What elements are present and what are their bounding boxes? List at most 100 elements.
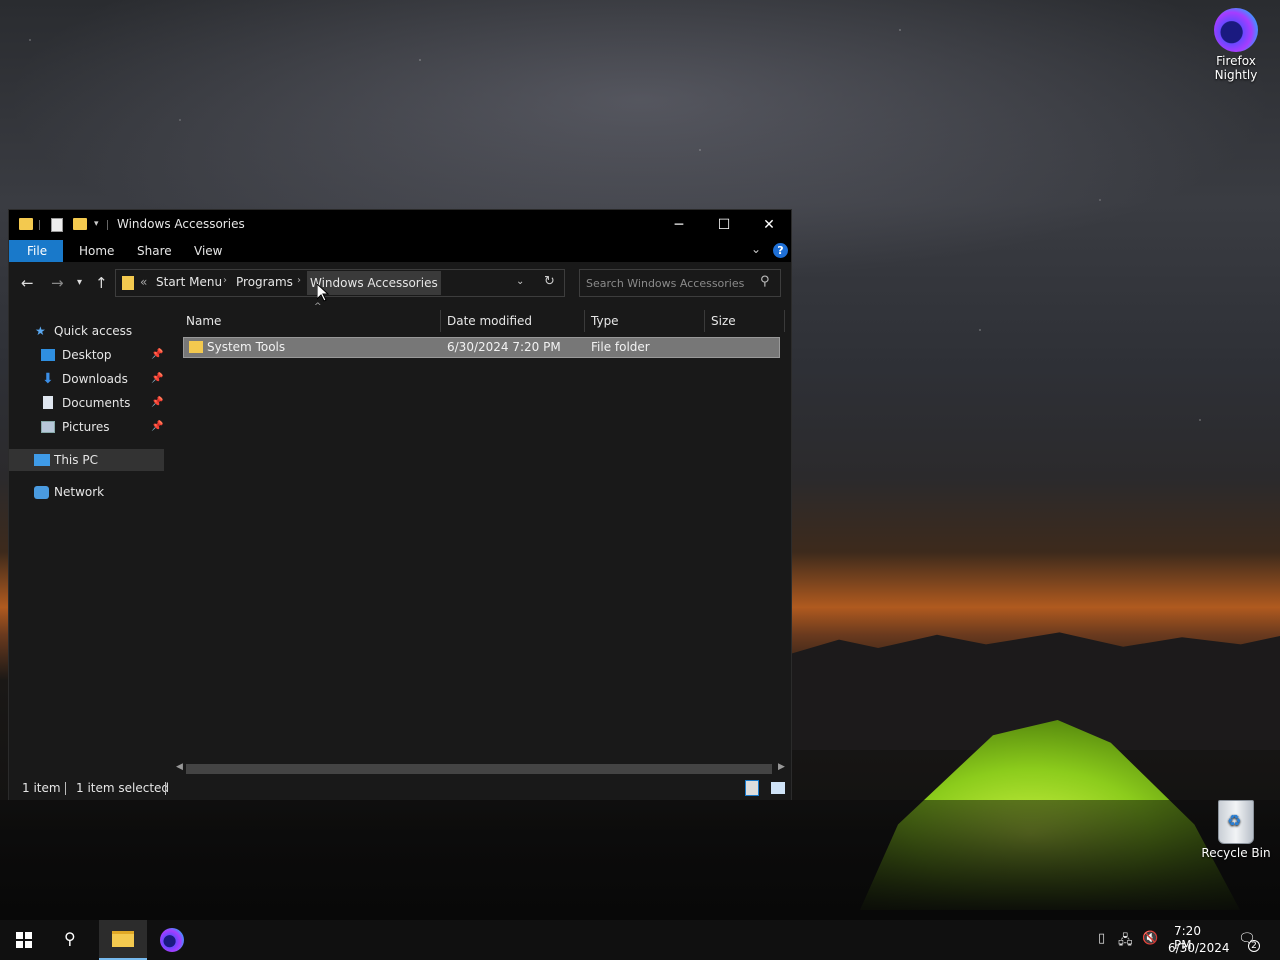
sidebar-item-desktop[interactable]: Desktop 📌 <box>9 344 164 366</box>
start-button[interactable] <box>0 920 48 960</box>
column-header-name[interactable]: Name <box>186 310 221 332</box>
network-icon <box>34 486 49 499</box>
breadcrumb-overflow[interactable]: « <box>140 275 147 289</box>
refresh-icon[interactable]: ↻ <box>544 274 555 289</box>
desktop-icon-firefox-nightly[interactable]: Firefox Nightly <box>1200 8 1272 82</box>
sidebar-item-label: Downloads <box>62 372 128 386</box>
desktop-icon <box>41 349 55 361</box>
desktop-icon-label: Firefox <box>1216 54 1256 68</box>
taskbar-file-explorer[interactable] <box>99 920 147 960</box>
download-arrow-icon: ⬇ <box>42 371 54 387</box>
new-folder-icon[interactable] <box>73 218 87 230</box>
column-divider[interactable] <box>784 310 785 332</box>
sidebar-item-downloads[interactable]: ⬇ Downloads 📌 <box>9 368 164 390</box>
sidebar-item-label: Pictures <box>62 420 110 434</box>
column-header-type[interactable]: Type <box>591 310 619 332</box>
taskbar-firefox-nightly[interactable] <box>148 920 196 960</box>
tab-file[interactable]: File <box>9 240 63 262</box>
firefox-nightly-icon <box>160 928 184 952</box>
search-box[interactable]: ⚲ <box>579 269 781 297</box>
pin-icon[interactable]: 📌 <box>151 344 163 366</box>
scroll-right-icon[interactable]: ▶ <box>778 762 785 772</box>
scrollbar-thumb[interactable] <box>186 764 772 774</box>
forward-arrow-icon[interactable]: → <box>51 274 64 292</box>
up-arrow-icon[interactable]: ↑ <box>95 274 108 292</box>
sidebar-item-network[interactable]: Network <box>9 481 164 503</box>
column-header-size[interactable]: Size <box>711 310 736 332</box>
title-bar[interactable]: ▾ Windows Accessories ─ ☐ ✕ <box>9 210 791 240</box>
tab-view[interactable]: View <box>184 240 232 262</box>
table-row[interactable]: System Tools 6/30/2024 7:20 PM File fold… <box>183 337 780 358</box>
folder-icon <box>189 341 203 353</box>
chevron-down-icon[interactable]: ⌄ <box>516 276 524 287</box>
minimize-button[interactable]: ─ <box>656 210 702 240</box>
column-divider[interactable] <box>704 310 705 332</box>
details-view-icon[interactable] <box>745 780 759 796</box>
taskbar-search-button[interactable]: ⚲ <box>48 920 96 960</box>
clock-date[interactable]: 6/30/2024 <box>1168 941 1230 955</box>
sidebar-item-label: Quick access <box>54 324 133 338</box>
sidebar-item-quick-access[interactable]: ★ Quick access <box>9 320 164 342</box>
recent-locations-chevron-icon[interactable]: ▾ <box>77 277 82 288</box>
horizontal-scrollbar[interactable]: ◀ ▶ <box>174 762 790 776</box>
address-bar[interactable]: « Start Menu › Programs › Windows Access… <box>115 269 565 297</box>
sidebar-item-label: Desktop <box>62 348 112 362</box>
usb-device-icon[interactable]: ▯ <box>1098 931 1105 946</box>
divider <box>65 782 66 795</box>
search-icon[interactable]: ⚲ <box>760 274 770 289</box>
chevron-right-icon[interactable]: › <box>223 275 227 286</box>
sidebar-item-documents[interactable]: Documents 📌 <box>9 392 164 414</box>
breadcrumb-programs[interactable]: Programs <box>236 275 293 289</box>
tab-share[interactable]: Share <box>127 240 182 262</box>
maximize-button[interactable]: ☐ <box>701 210 747 240</box>
properties-icon[interactable] <box>51 218 63 232</box>
taskbar: ⚲ ▯ 🖧 🔇 7:20 PM 6/30/2024 🗨 2 <box>0 920 1280 960</box>
chevron-down-icon[interactable]: ⌄ <box>751 242 761 256</box>
scroll-left-icon[interactable]: ◀ <box>176 762 183 772</box>
desktop-icon-label: Recycle Bin <box>1201 846 1271 860</box>
ribbon-tabs: File Home Share View ⌄ ? <box>9 240 791 262</box>
row-date-modified: 6/30/2024 7:20 PM <box>447 340 561 354</box>
folder-icon <box>19 218 33 230</box>
help-button[interactable]: ? <box>773 243 788 258</box>
pin-icon[interactable]: 📌 <box>151 368 163 390</box>
sidebar-item-label: This PC <box>54 453 98 467</box>
large-icons-view-icon[interactable] <box>771 782 785 794</box>
row-name: System Tools <box>207 340 286 354</box>
column-divider[interactable] <box>584 310 585 332</box>
selection-count: 1 item selected <box>76 781 170 795</box>
item-count: 1 item <box>22 781 61 795</box>
volume-muted-icon[interactable]: 🔇 <box>1142 931 1158 946</box>
customize-quick-access-icon[interactable]: ▾ <box>94 219 99 229</box>
sidebar-item-pictures[interactable]: Pictures 📌 <box>9 416 164 438</box>
navigation-pane: ★ Quick access Desktop 📌 ⬇ Downloads 📌 D… <box>9 304 164 776</box>
firefox-nightly-icon <box>1214 8 1258 52</box>
divider <box>39 220 40 230</box>
pin-icon[interactable]: 📌 <box>151 416 163 438</box>
breadcrumb-start-menu[interactable]: Start Menu <box>156 275 222 289</box>
chevron-right-icon[interactable]: › <box>297 275 301 286</box>
pin-icon[interactable]: 📌 <box>151 392 163 414</box>
column-divider[interactable] <box>440 310 441 332</box>
folder-icon <box>122 276 134 290</box>
status-bar: 1 item 1 item selected <box>9 776 791 800</box>
column-header-date-modified[interactable]: Date modified <box>447 310 532 332</box>
close-button[interactable]: ✕ <box>746 210 792 240</box>
window-title: Windows Accessories <box>117 217 245 231</box>
desktop-icon-recycle-bin[interactable]: Recycle Bin <box>1200 800 1272 860</box>
file-explorer-icon <box>112 931 134 947</box>
star-icon: ★ <box>35 324 46 338</box>
back-arrow-icon[interactable]: ← <box>21 274 34 292</box>
document-icon <box>43 396 53 409</box>
search-icon: ⚲ <box>64 929 76 948</box>
tab-home[interactable]: Home <box>69 240 124 262</box>
sidebar-item-this-pc[interactable]: This PC <box>9 449 164 471</box>
row-type: File folder <box>591 340 650 354</box>
computer-icon <box>34 454 50 466</box>
desktop-icon-label: Nightly <box>1214 68 1258 82</box>
sort-ascending-icon: ^ <box>314 302 322 312</box>
pictures-icon <box>41 421 55 433</box>
search-input[interactable] <box>586 275 756 291</box>
divider <box>165 782 166 795</box>
network-icon[interactable]: 🖧 <box>1118 931 1133 953</box>
